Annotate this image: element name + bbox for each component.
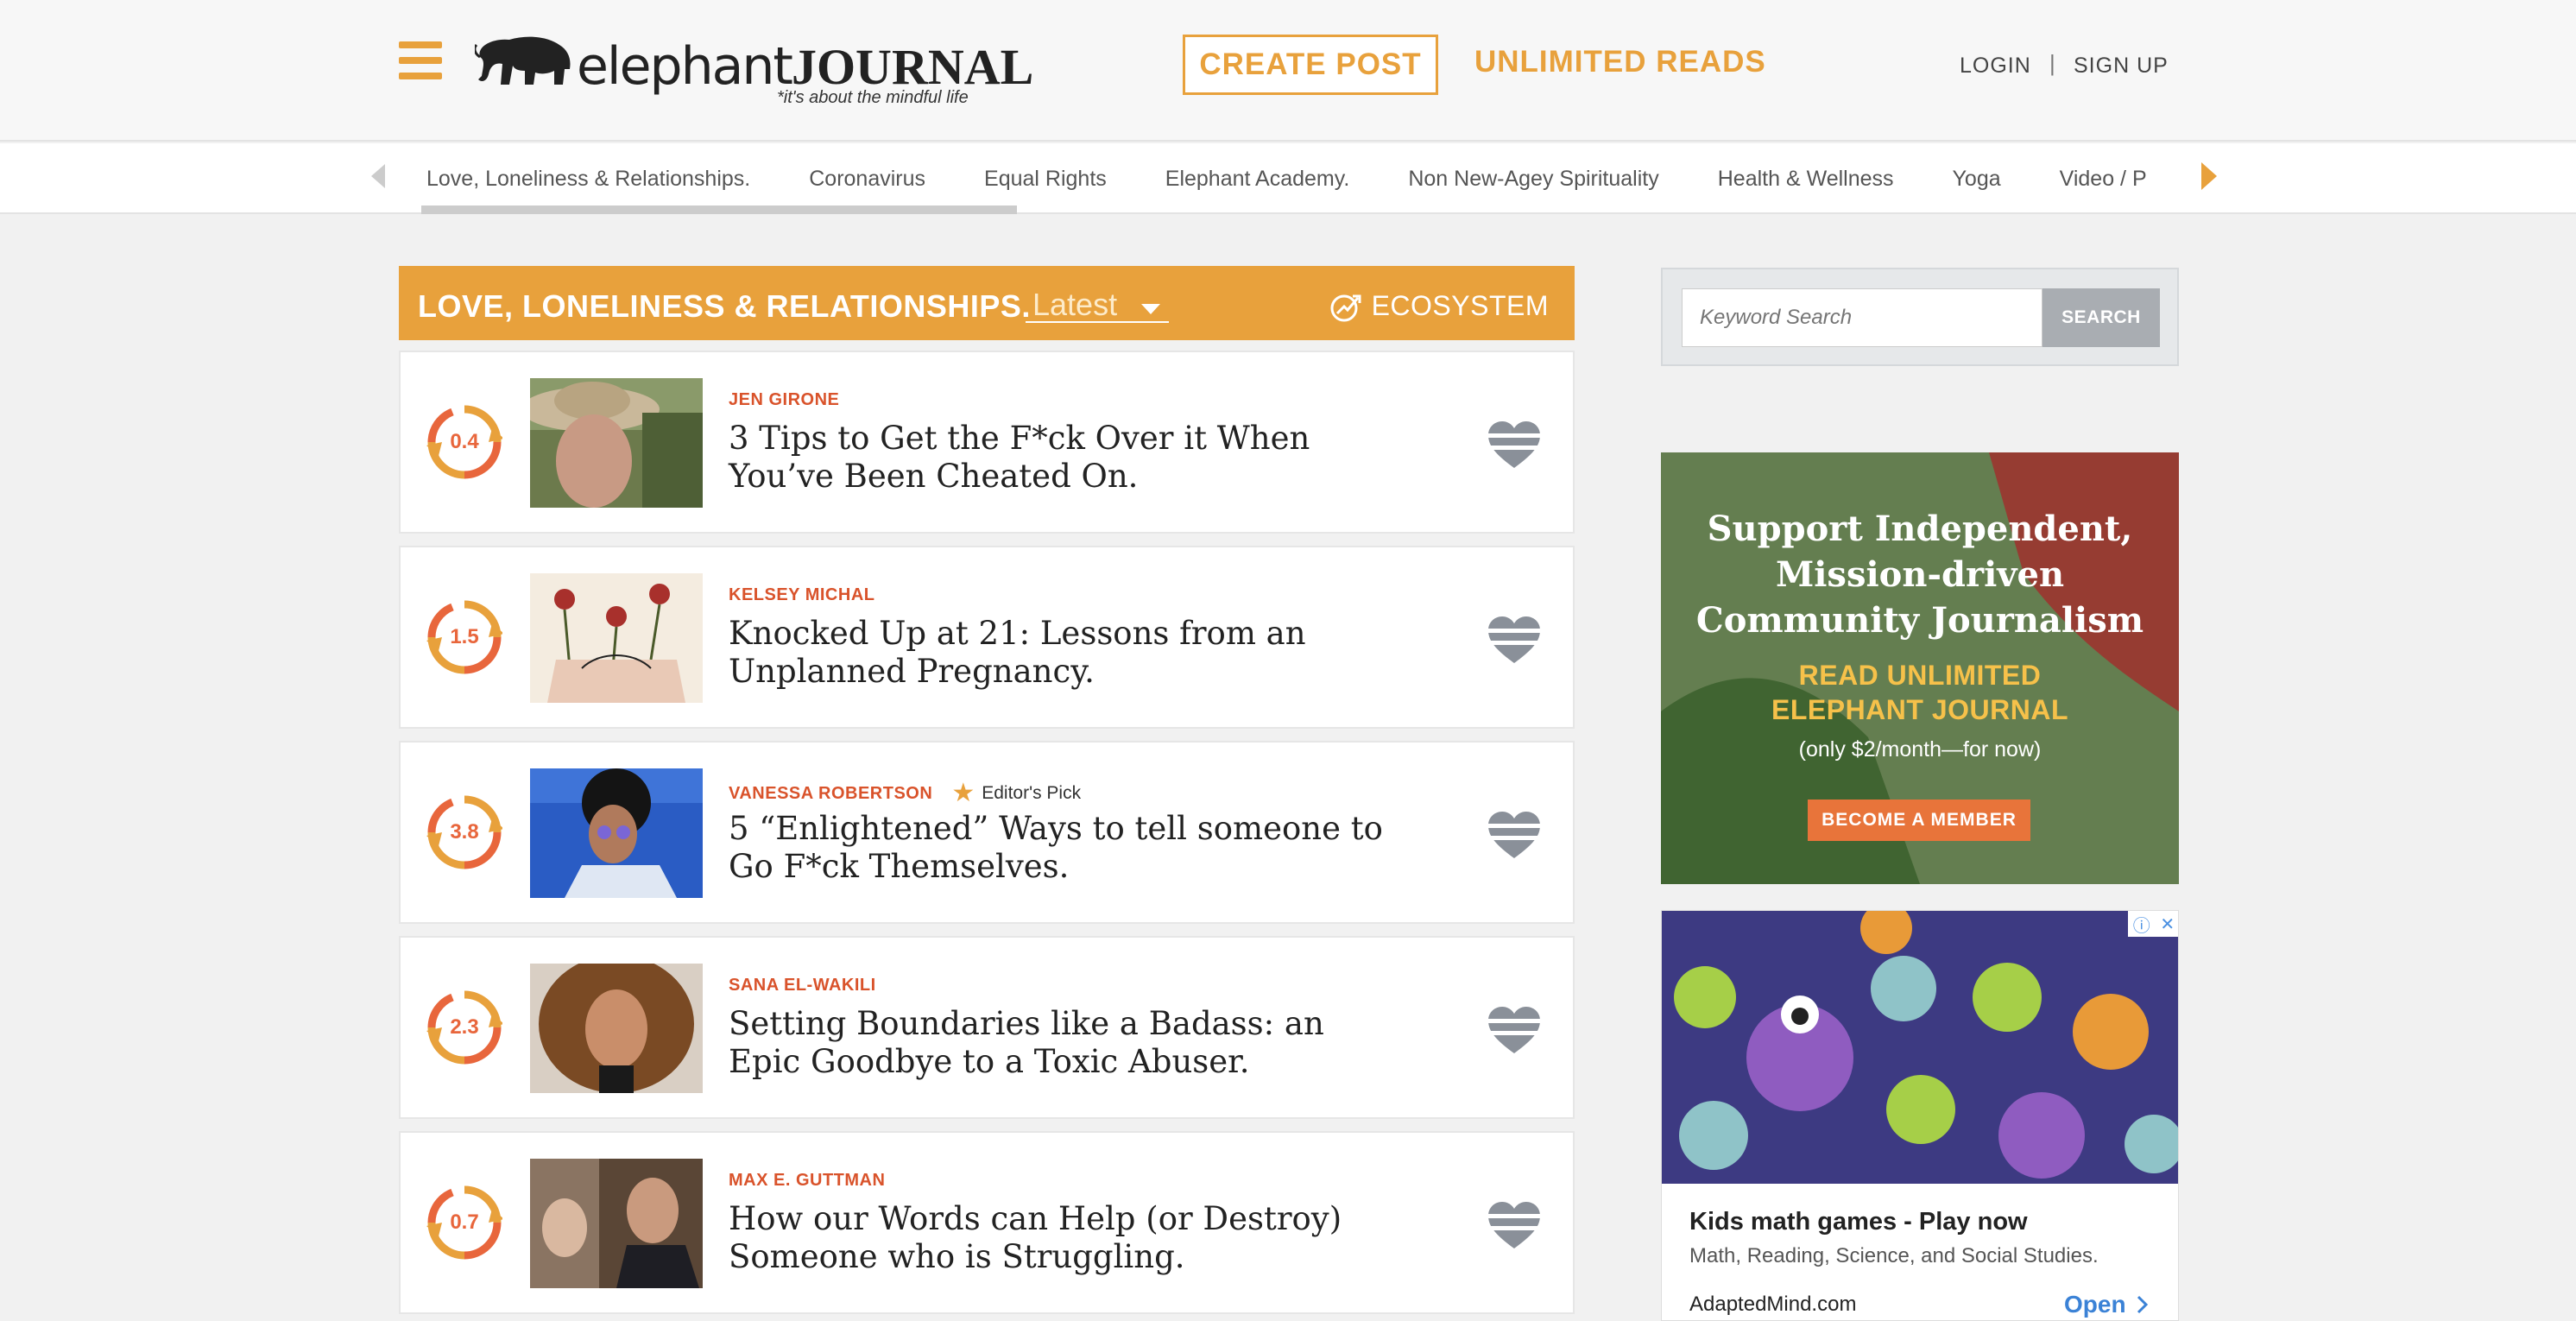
scroll-right-icon[interactable] bbox=[2201, 162, 2217, 190]
login-link[interactable]: LOGIN bbox=[1960, 54, 2031, 79]
article-thumbnail[interactable] bbox=[530, 964, 703, 1093]
star-icon: ★ bbox=[951, 779, 975, 807]
score-value: 1.5 bbox=[450, 625, 479, 648]
ad-image[interactable]: ⓘ ✕ bbox=[1662, 911, 2178, 1184]
membership-promo[interactable]: Support Independent, Mission-driven Comm… bbox=[1661, 452, 2179, 884]
sort-label: Latest bbox=[1032, 287, 1118, 322]
ad-title[interactable]: Kids math games - Play now bbox=[1689, 1208, 2028, 1236]
feed-header: LOVE, LONELINESS & RELATIONSHIPS. Latest… bbox=[399, 266, 1575, 340]
elephant-logo-icon bbox=[475, 36, 571, 85]
score-badge: 1.5 bbox=[426, 599, 504, 675]
article-thumbnail[interactable] bbox=[530, 378, 703, 508]
category-elephant-academy[interactable]: Elephant Academy. bbox=[1165, 167, 1350, 192]
chevron-down-icon bbox=[1141, 304, 1160, 314]
article-title[interactable]: How our Words can Help (or Destroy) Some… bbox=[729, 1200, 1385, 1276]
site-header: elephantJOURNAL *it's about the mindful … bbox=[0, 0, 2576, 142]
article-card[interactable]: 2.3 SANA EL-WAKILI Setting Boundaries li… bbox=[399, 936, 1575, 1119]
chevron-right-icon bbox=[2137, 1295, 2148, 1314]
score-badge: 2.3 bbox=[426, 989, 504, 1065]
ad-description: Math, Reading, Science, and Social Studi… bbox=[1689, 1244, 2099, 1267]
ad-domain: AdaptedMind.com bbox=[1689, 1293, 1857, 1316]
article-author[interactable]: JEN GIRONE bbox=[729, 390, 839, 410]
header-separator: | bbox=[2049, 50, 2055, 76]
category-viewport: Love, Loneliness & Relationships. Corona… bbox=[399, 143, 2182, 214]
article-title[interactable]: 3 Tips to Get the F*ck Over it When You’… bbox=[729, 420, 1385, 496]
category-coronavirus[interactable]: Coronavirus bbox=[809, 167, 925, 192]
logo-tagline: *it's about the mindful life bbox=[777, 88, 969, 107]
article-title[interactable]: Knocked Up at 21: Lessons from an Unplan… bbox=[729, 615, 1385, 691]
unlimited-reads-link[interactable]: UNLIMITED READS bbox=[1474, 45, 1766, 79]
editors-pick-badge: ★ Editor's Pick bbox=[951, 779, 1082, 807]
heart-icon[interactable] bbox=[1487, 1202, 1542, 1250]
score-value: 2.3 bbox=[450, 1015, 479, 1039]
category-video[interactable]: Video / P bbox=[2060, 167, 2147, 192]
article-card[interactable]: 0.4 JEN GIRONE 3 Tips to Get the F*ck Ov… bbox=[399, 351, 1575, 534]
sort-dropdown[interactable]: Latest bbox=[1026, 287, 1169, 323]
site-logo[interactable]: elephantJOURNAL *it's about the mindful … bbox=[475, 31, 1033, 111]
become-member-button[interactable]: BECOME A MEMBER bbox=[1808, 800, 2030, 841]
article-title[interactable]: 5 “Enlightened” Ways to tell someone to … bbox=[729, 810, 1385, 886]
heart-icon[interactable] bbox=[1487, 812, 1542, 860]
article-thumbnail[interactable] bbox=[530, 768, 703, 898]
score-value: 0.7 bbox=[450, 1210, 479, 1234]
score-value: 0.4 bbox=[450, 430, 479, 453]
score-badge: 0.7 bbox=[426, 1185, 504, 1261]
score-badge: 0.4 bbox=[426, 404, 504, 480]
ad-open-button[interactable]: Open bbox=[2064, 1291, 2149, 1318]
heart-icon[interactable] bbox=[1487, 1007, 1542, 1055]
category-spirituality[interactable]: Non New-Agey Spirituality bbox=[1408, 167, 1658, 192]
promo-headline: Support Independent, Mission-driven Comm… bbox=[1695, 509, 2144, 641]
article-card[interactable]: 1.5 KELSEY MICHAL Knocked Up at 21: Less… bbox=[399, 546, 1575, 729]
article-author[interactable]: KELSEY MICHAL bbox=[729, 585, 874, 605]
category-equal-rights[interactable]: Equal Rights bbox=[984, 167, 1107, 192]
ad-choices-icon[interactable]: ⓘ ✕ bbox=[2128, 911, 2178, 937]
signup-link[interactable]: SIGN UP bbox=[2074, 54, 2169, 79]
article-thumbnail[interactable] bbox=[530, 1159, 703, 1288]
growth-chart-icon bbox=[1330, 294, 1361, 321]
menu-icon[interactable] bbox=[399, 41, 442, 81]
ecosystem-link[interactable]: ECOSYSTEM bbox=[1329, 290, 1549, 322]
promo-subheadline: READ UNLIMITED ELEPHANT JOURNAL bbox=[1771, 660, 2068, 725]
ecosystem-label: ECOSYSTEM bbox=[1371, 290, 1549, 321]
article-author[interactable]: SANA EL-WAKILI bbox=[729, 976, 876, 995]
search-input[interactable] bbox=[1682, 288, 2042, 347]
score-value: 3.8 bbox=[450, 820, 479, 844]
score-badge: 3.8 bbox=[426, 794, 504, 870]
article-title[interactable]: Setting Boundaries like a Badass: an Epi… bbox=[729, 1005, 1385, 1081]
scroll-left-icon[interactable] bbox=[371, 164, 385, 188]
search-widget: SEARCH bbox=[1661, 268, 2179, 366]
article-author[interactable]: VANESSA ROBERTSON ★ Editor's Pick bbox=[729, 781, 1081, 806]
category-yoga[interactable]: Yoga bbox=[1953, 167, 2001, 192]
article-card[interactable]: 3.8 VANESSA ROBERTSON ★ Editor's Pick 5 … bbox=[399, 741, 1575, 924]
heart-icon[interactable] bbox=[1487, 616, 1542, 665]
category-scrollbar[interactable] bbox=[421, 205, 1017, 214]
promo-price-note: (only $2/month—for now) bbox=[1798, 737, 2042, 762]
search-button[interactable]: SEARCH bbox=[2042, 288, 2160, 347]
heart-icon[interactable] bbox=[1487, 421, 1542, 470]
category-health-wellness[interactable]: Health & Wellness bbox=[1718, 167, 1894, 192]
create-post-button[interactable]: CREATE POST bbox=[1183, 35, 1438, 95]
article-list: 0.4 JEN GIRONE 3 Tips to Get the F*ck Ov… bbox=[399, 351, 1575, 1321]
article-thumbnail[interactable] bbox=[530, 573, 703, 703]
sponsored-ad[interactable]: ⓘ ✕ Kids math games - Play now Math, Read… bbox=[1661, 910, 2179, 1321]
feed-title: LOVE, LONELINESS & RELATIONSHIPS. bbox=[418, 288, 1031, 324]
category-love-loneliness[interactable]: Love, Loneliness & Relationships. bbox=[426, 167, 750, 192]
article-author[interactable]: MAX E. GUTTMAN bbox=[729, 1171, 885, 1191]
article-card[interactable]: 0.7 MAX E. GUTTMAN How our Words can Hel… bbox=[399, 1131, 1575, 1314]
category-nav: Love, Loneliness & Relationships. Corona… bbox=[0, 143, 2576, 214]
